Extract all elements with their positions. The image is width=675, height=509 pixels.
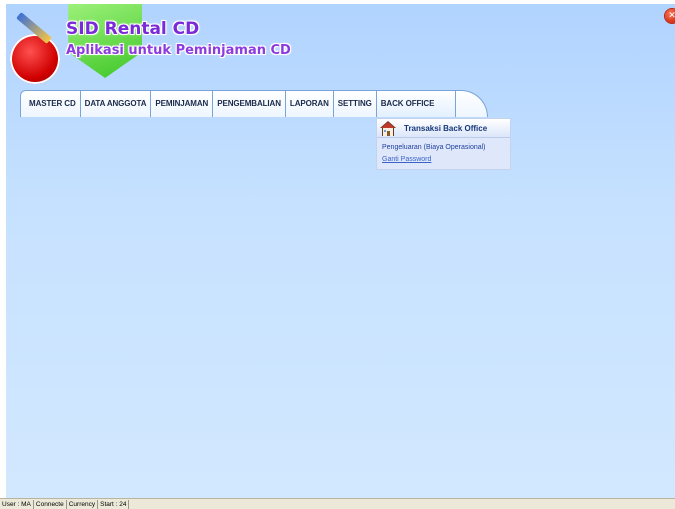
dropdown-header: Transaksi Back Office [377,119,510,138]
menu-back-office[interactable]: BACK OFFICE [376,91,456,117]
menu-setting[interactable]: SETTING [334,91,377,117]
app-logo: SID Rental CD Aplikasi untuk Peminjaman … [6,4,306,96]
status-bar: User : MA Connecte Currency Start : 24 [0,498,675,509]
link-ganti-password[interactable]: Ganti Password [382,156,431,163]
menu-laporan[interactable]: LAPORAN [286,91,334,117]
link-pengeluaran[interactable]: Pengeluaran (Biaya Operasional) [382,144,486,151]
status-user: User : MA [0,499,34,509]
menu-peminjaman[interactable]: PEMINJAMAN [151,91,214,117]
main-window: SID Rental CD Aplikasi untuk Peminjaman … [6,4,675,498]
logo-green-shield [68,4,142,78]
status-start: Start : 24 [98,499,130,509]
menu-master-cd[interactable]: MASTER CD [21,91,81,117]
menu-data-anggota[interactable]: DATA ANGGOTA [81,91,152,117]
app-subtitle: Aplikasi untuk Peminjaman CD [66,43,291,58]
back-office-dropdown: Transaksi Back Office Pengeluaran (Biaya… [376,118,511,170]
status-currency: Currency [67,499,99,509]
main-menu-bar: MASTER CD DATA ANGGOTA PEMINJAMAN PENGEM… [20,90,488,117]
logo-red-circle [10,34,60,84]
close-icon[interactable]: ✕ [665,9,675,23]
app-title: SID Rental CD [66,19,200,39]
status-connection: Connecte [34,499,67,509]
house-icon [380,120,396,136]
menu-pengembalian[interactable]: PENGEMBALIAN [213,91,286,117]
dropdown-title: Transaksi Back Office [404,123,488,133]
